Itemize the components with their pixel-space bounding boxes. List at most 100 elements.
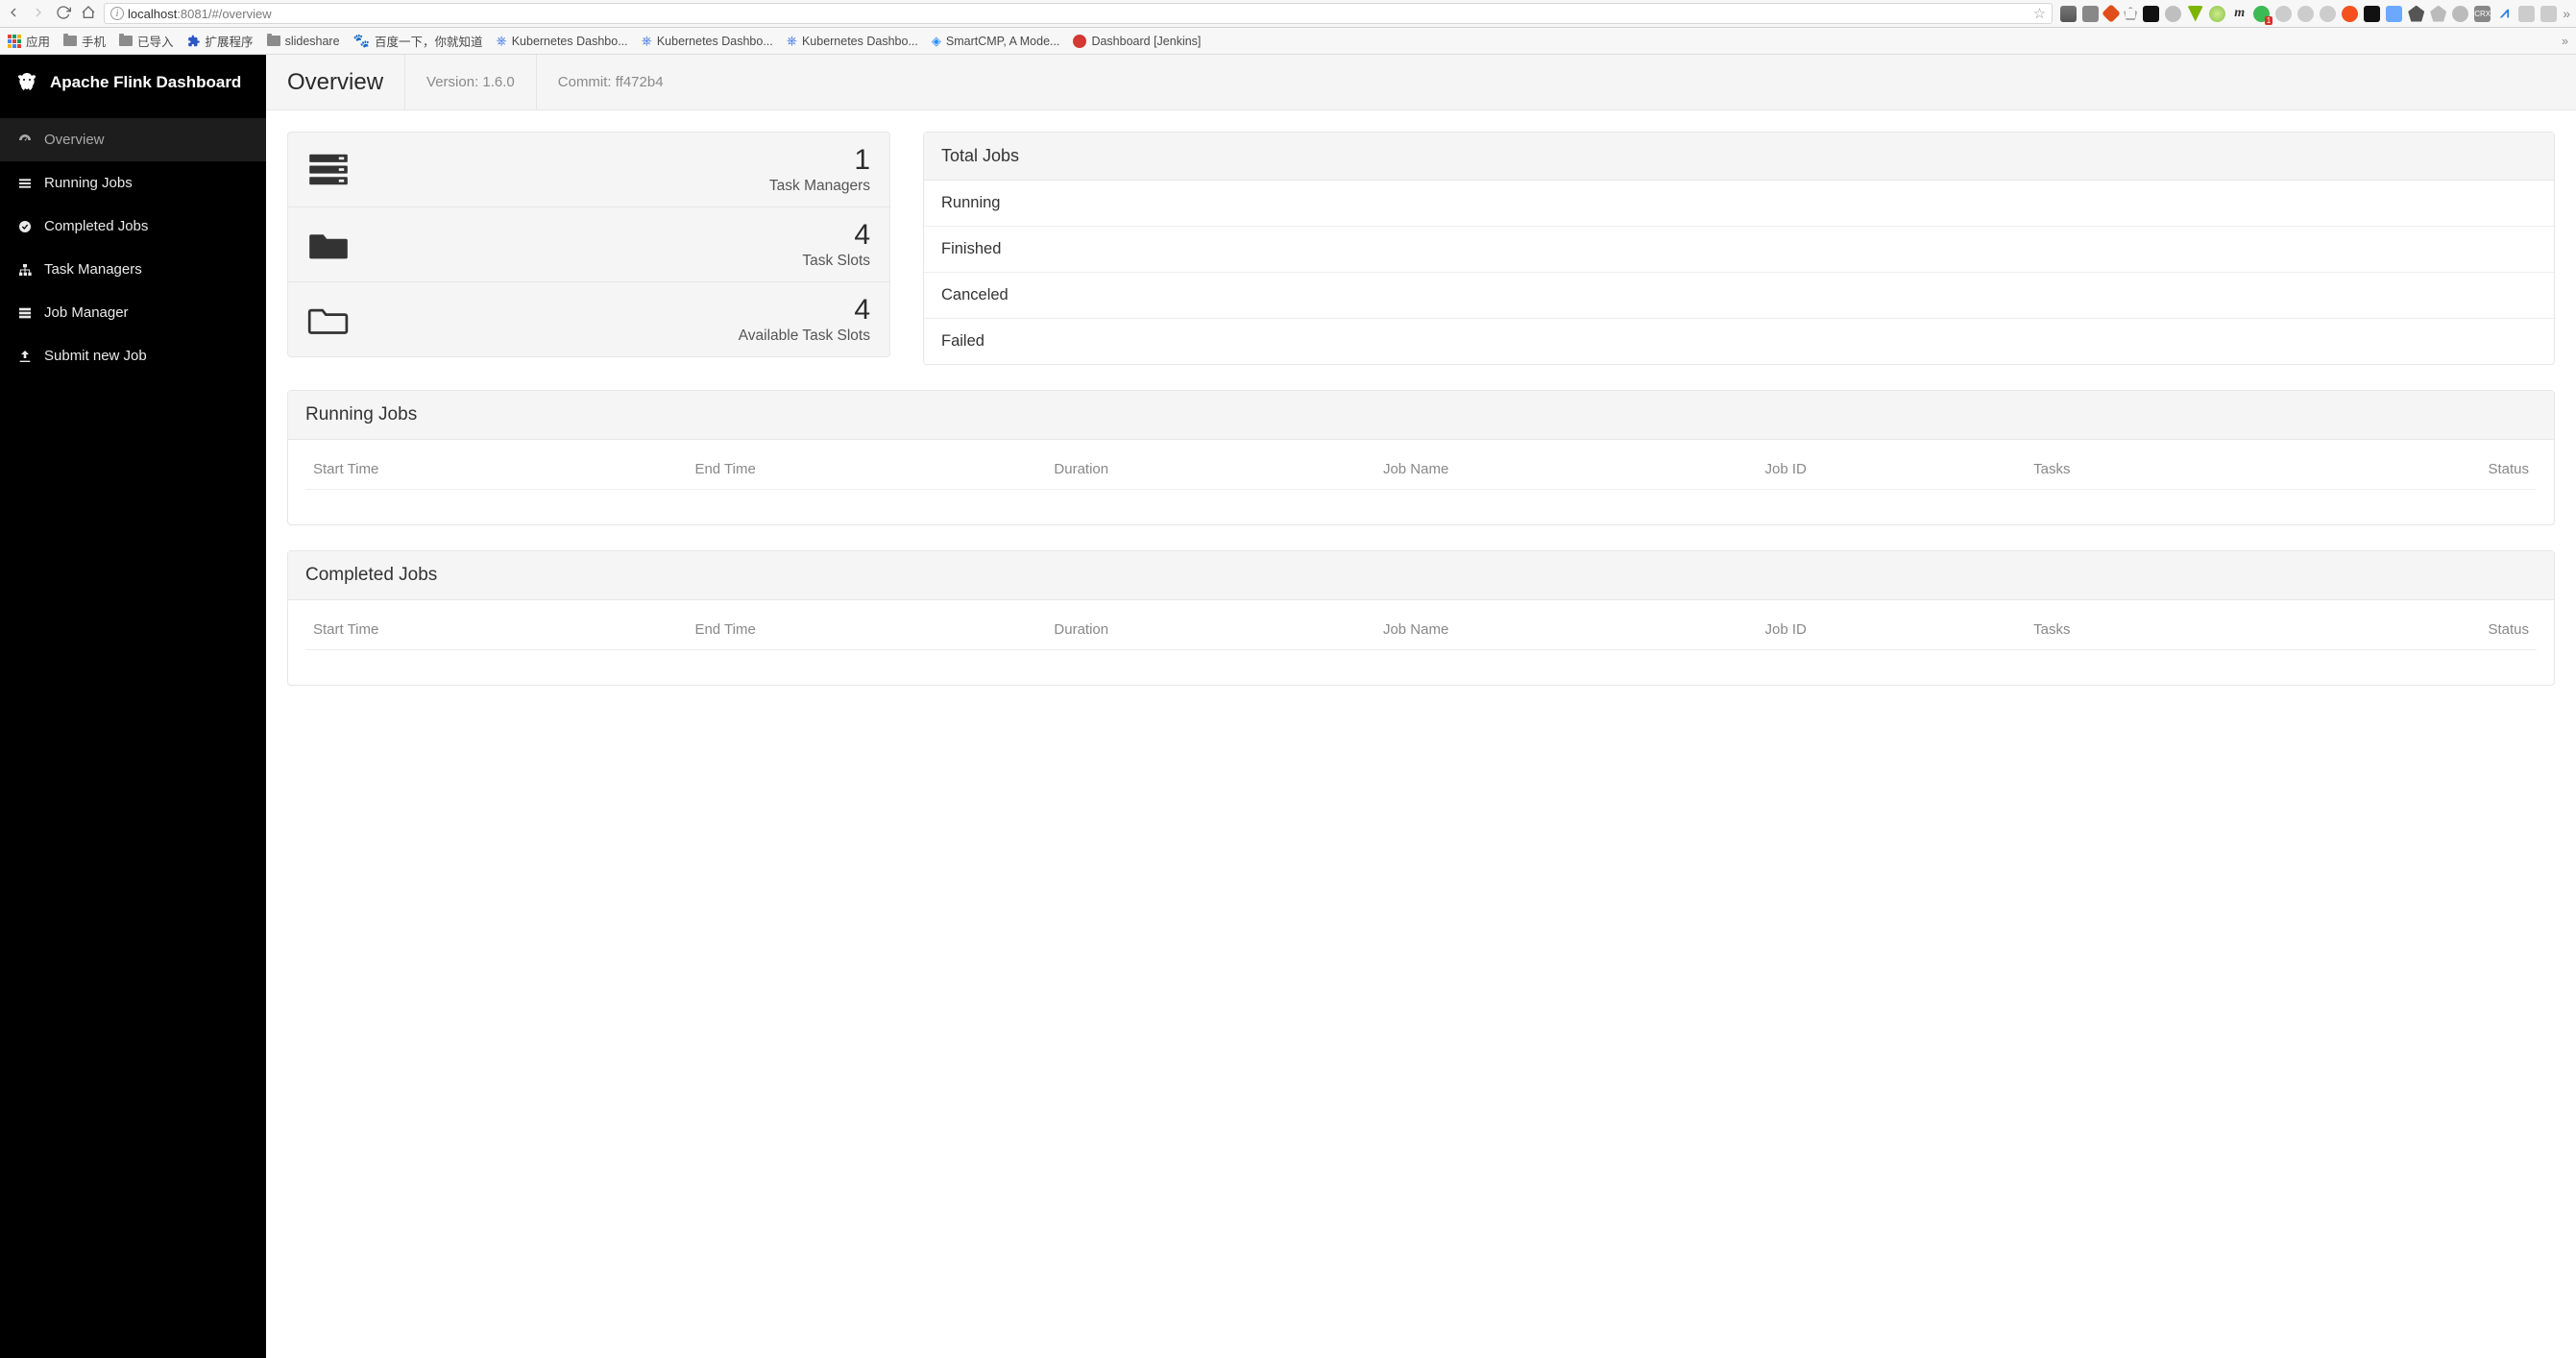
- sidebar: Apache Flink Dashboard Overview Running …: [0, 55, 266, 1358]
- bookmark-k8s-1[interactable]: ⎈Kubernetes Dashbo...: [497, 33, 628, 49]
- col-end-time[interactable]: End Time: [687, 448, 1046, 490]
- stat-value: 4: [739, 294, 870, 326]
- ext-icon[interactable]: [2143, 6, 2159, 22]
- col-duration[interactable]: Duration: [1046, 448, 1375, 490]
- col-tasks[interactable]: Tasks: [2026, 448, 2272, 490]
- apps-label: 应用: [26, 32, 50, 50]
- ext-icon[interactable]: [2452, 6, 2468, 22]
- col-start-time[interactable]: Start Time: [305, 608, 687, 650]
- bookmark-folder-imported[interactable]: 已导入: [119, 32, 174, 50]
- ext-icon[interactable]: [2209, 6, 2225, 22]
- col-job-id[interactable]: Job ID: [1757, 608, 2026, 650]
- folder-icon: [267, 36, 280, 46]
- bookmark-smartcmp[interactable]: ◈SmartCMP, A Mode...: [932, 34, 1060, 49]
- ext-icon[interactable]: [2320, 6, 2336, 22]
- col-job-name[interactable]: Job Name: [1375, 608, 1758, 650]
- dashboard-icon: [17, 133, 33, 148]
- stat-task-slots[interactable]: 4 Task Slots: [288, 207, 889, 282]
- sidebar-item-job-manager[interactable]: Job Manager: [0, 291, 266, 334]
- browser-toolbar: i localhost:8081/#/overview ☆ m 1 CRX ⩘ …: [0, 0, 2576, 28]
- stat-label: Task Managers: [769, 178, 870, 195]
- stat-label: Task Slots: [802, 253, 870, 270]
- bookmark-folder-phone[interactable]: 手机: [63, 32, 106, 50]
- bookmarks-overflow-icon[interactable]: »: [2562, 35, 2568, 48]
- ext-icon[interactable]: [2124, 7, 2137, 20]
- stat-value: 1: [769, 144, 870, 176]
- bookmark-k8s-2[interactable]: ⎈Kubernetes Dashbo...: [642, 33, 773, 49]
- brand[interactable]: Apache Flink Dashboard: [0, 55, 266, 110]
- stat-available-slots[interactable]: 4 Available Task Slots: [288, 282, 889, 356]
- crx-ext-icon[interactable]: CRX: [2474, 6, 2491, 22]
- address-bar[interactable]: i localhost:8081/#/overview ☆: [104, 3, 2053, 24]
- folder-outline-icon: [307, 303, 350, 337]
- col-tasks[interactable]: Tasks: [2026, 608, 2272, 650]
- col-end-time[interactable]: End Time: [687, 608, 1046, 650]
- ext-icon[interactable]: [2165, 6, 2181, 22]
- bookmark-extensions[interactable]: 扩展程序: [187, 32, 254, 50]
- col-start-time[interactable]: Start Time: [305, 448, 687, 490]
- ext-icon[interactable]: [2060, 6, 2077, 22]
- ext-icon[interactable]: [2518, 6, 2535, 22]
- bookmark-k8s-3[interactable]: ⎈Kubernetes Dashbo...: [787, 33, 918, 49]
- total-jobs-finished[interactable]: Finished: [924, 227, 2554, 273]
- completed-jobs-header: Completed Jobs: [288, 551, 2554, 600]
- col-duration[interactable]: Duration: [1046, 608, 1375, 650]
- apps-icon: [8, 35, 21, 48]
- bookmark-star-icon[interactable]: ☆: [2033, 5, 2046, 22]
- flink-logo-icon: [15, 71, 38, 94]
- puzzle-icon: [187, 35, 201, 48]
- bookmark-jenkins[interactable]: Dashboard [Jenkins]: [1073, 35, 1201, 48]
- col-job-name[interactable]: Job Name: [1375, 448, 1758, 490]
- ext-icon[interactable]: [2297, 6, 2314, 22]
- sidebar-item-label: Overview: [44, 132, 105, 148]
- ext-icon[interactable]: ⩘: [2496, 6, 2513, 22]
- folder-solid-icon: [307, 228, 350, 262]
- total-jobs-failed[interactable]: Failed: [924, 319, 2554, 364]
- ext-icon[interactable]: m: [2231, 6, 2248, 22]
- ext-icon[interactable]: 1: [2253, 6, 2270, 22]
- sidebar-item-overview[interactable]: Overview: [0, 118, 266, 161]
- ext-icon[interactable]: [2364, 6, 2380, 22]
- sidebar-item-label: Submit new Job: [44, 348, 147, 364]
- home-icon[interactable]: [81, 5, 96, 23]
- running-jobs-table: Start Time End Time Duration Job Name Jo…: [305, 448, 2537, 490]
- k8s-icon: ⎈: [642, 33, 652, 49]
- apps-button[interactable]: 应用: [8, 32, 50, 50]
- ext-icon[interactable]: [2408, 6, 2424, 22]
- ext-icon[interactable]: [2275, 6, 2292, 22]
- sitemap-icon: [17, 262, 33, 278]
- sidebar-item-submit-job[interactable]: Submit new Job: [0, 334, 266, 377]
- back-icon[interactable]: [6, 5, 21, 23]
- total-jobs-card: Total Jobs Running Finished Canceled Fai…: [923, 132, 2555, 365]
- ext-icon[interactable]: [2540, 6, 2557, 22]
- sidebar-item-task-managers[interactable]: Task Managers: [0, 248, 266, 291]
- ext-icon[interactable]: [2102, 4, 2121, 23]
- sidebar-item-label: Job Manager: [44, 304, 129, 321]
- reload-icon[interactable]: [56, 5, 71, 23]
- sidebar-item-running-jobs[interactable]: Running Jobs: [0, 161, 266, 205]
- stats-card: 1 Task Managers 4 Task Slots: [287, 132, 890, 357]
- col-status[interactable]: Status: [2272, 608, 2537, 650]
- ext-icon[interactable]: [2430, 6, 2446, 22]
- col-status[interactable]: Status: [2272, 448, 2537, 490]
- ext-icon[interactable]: [2342, 6, 2358, 22]
- ext-icon[interactable]: [2187, 6, 2203, 22]
- col-job-id[interactable]: Job ID: [1757, 448, 2026, 490]
- bookmark-baidu[interactable]: 🐾百度一下，你就知道: [353, 32, 483, 50]
- overflow-icon[interactable]: »: [2563, 6, 2570, 21]
- topbar: Overview Version: 1.6.0 Commit: ff472b4: [266, 55, 2576, 110]
- version-text: Version: 1.6.0: [426, 74, 515, 90]
- bookmark-folder-slideshare[interactable]: slideshare: [267, 35, 340, 48]
- commit-text: Commit: ff472b4: [558, 74, 664, 90]
- folder-icon: [119, 36, 133, 46]
- total-jobs-running[interactable]: Running: [924, 181, 2554, 227]
- site-info-icon[interactable]: i: [110, 7, 124, 20]
- ext-icon[interactable]: [2386, 6, 2402, 22]
- stat-value: 4: [802, 219, 870, 251]
- ext-icon[interactable]: [2082, 6, 2099, 22]
- stat-task-managers[interactable]: 1 Task Managers: [288, 133, 889, 207]
- total-jobs-canceled[interactable]: Canceled: [924, 273, 2554, 319]
- forward-icon[interactable]: [31, 5, 46, 23]
- page-title: Overview: [287, 69, 383, 96]
- sidebar-item-completed-jobs[interactable]: Completed Jobs: [0, 205, 266, 248]
